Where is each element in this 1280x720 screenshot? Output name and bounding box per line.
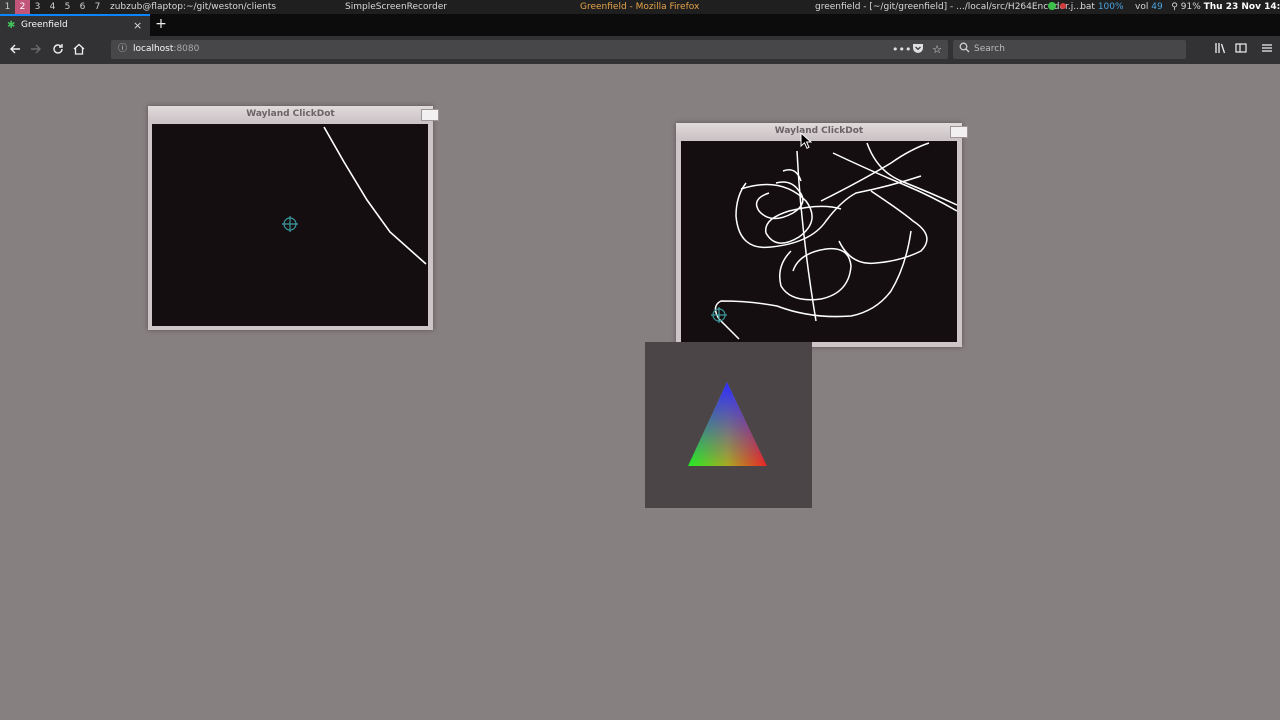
workspace-1[interactable]: 1 (0, 0, 15, 14)
back-button[interactable] (7, 42, 23, 58)
workspace-4[interactable]: 4 (45, 0, 60, 14)
sidebar-icon[interactable] (1233, 42, 1249, 58)
url-text[interactable]: localhost:8080 (133, 40, 199, 59)
more-icon[interactable]: ••• (892, 42, 911, 56)
drawing-surface (282, 126, 427, 265)
mouse-pointer-icon (800, 132, 812, 149)
url-port: :8080 (173, 44, 200, 54)
status-red-dot-icon (1059, 2, 1066, 9)
clickdot-canvas[interactable] (152, 124, 428, 326)
url-host: localhost (133, 44, 174, 54)
clickdot-window-left[interactable]: Wayland ClickDot (148, 106, 439, 330)
window-title[interactable]: Wayland ClickDot (676, 123, 962, 140)
scribble-lines (714, 142, 957, 340)
volume-label: vol (1135, 2, 1149, 12)
workspace-switcher: 1234567 (0, 0, 105, 14)
triangle-top-blend (688, 382, 767, 466)
url-bar[interactable]: ⓘ localhost:8080 ••• ☆ (111, 40, 948, 59)
home-icon (73, 43, 85, 55)
search-placeholder: Search (974, 44, 1005, 54)
taskbar-editor-title[interactable]: greenfield - [~/git/greenfield] - .../lo… (815, 0, 1082, 14)
battery-value: 100% (1097, 2, 1124, 12)
taskbar-firefox-title[interactable]: Greenfield - Mozilla Firefox (580, 0, 699, 14)
forward-icon (31, 44, 41, 54)
browser-toolbar: ⓘ localhost:8080 ••• ☆ Search (0, 36, 1280, 64)
search-input[interactable]: Search (953, 40, 1186, 59)
tab-greenfield[interactable]: ✱ Greenfield × (0, 14, 150, 36)
clock: Thu 23 Nov 14:33 (1203, 2, 1280, 12)
pocket-icon[interactable] (911, 42, 925, 56)
back-icon (10, 44, 20, 54)
status-green-dot-icon (1048, 1, 1056, 10)
search-icon (959, 42, 970, 57)
tab-close-button[interactable]: × (133, 16, 142, 35)
clickdot-canvas[interactable] (681, 141, 957, 342)
drawing-surface (711, 142, 957, 340)
window-title[interactable]: Wayland ClickDot (148, 106, 433, 123)
new-tab-button[interactable]: + (153, 14, 169, 36)
menu-icon[interactable] (1259, 42, 1275, 58)
crosshair-icon (711, 307, 727, 323)
info-icon[interactable]: ⓘ (118, 43, 128, 54)
drawn-line (323, 126, 427, 265)
battery-label: bat (1080, 2, 1095, 12)
status-area: bat 100% vol 49 ⚲ 91% Thu 23 Nov 14:33 (1048, 0, 1280, 14)
clickdot-window-right[interactable]: Wayland ClickDot (676, 123, 968, 347)
wifi-icon: ⚲ (1171, 2, 1178, 12)
crosshair-icon (282, 216, 298, 232)
reload-button[interactable] (50, 42, 66, 58)
rgb-triangle-render (688, 382, 767, 466)
browser-tab-strip: ✱ Greenfield × + (0, 14, 1280, 36)
library-icon[interactable] (1212, 42, 1228, 58)
wifi-value: 91% (1180, 2, 1201, 12)
taskbar-terminal-title[interactable]: zubzub@flaptop:~/git/weston/clients (110, 0, 276, 14)
forward-button[interactable] (28, 42, 44, 58)
window-close-button[interactable] (950, 126, 968, 138)
greenfield-favicon-icon: ✱ (7, 20, 16, 31)
workspace-3[interactable]: 3 (30, 0, 45, 14)
home-button[interactable] (71, 42, 87, 58)
taskbar-recorder-title[interactable]: SimpleScreenRecorder (345, 0, 447, 14)
workspace-6[interactable]: 6 (75, 0, 90, 14)
workspace-2[interactable]: 2 (15, 0, 30, 14)
simple-egl-window[interactable] (645, 342, 812, 508)
window-close-button[interactable] (421, 109, 439, 121)
workspace-5[interactable]: 5 (60, 0, 75, 14)
reload-icon (53, 44, 63, 54)
tab-title: Greenfield (21, 20, 68, 30)
volume-value: 49 (1151, 2, 1163, 12)
system-status-bar: 1234567 zubzub@flaptop:~/git/weston/clie… (0, 0, 1280, 14)
bookmark-star-icon[interactable]: ☆ (930, 42, 944, 56)
workspace-7[interactable]: 7 (90, 0, 105, 14)
